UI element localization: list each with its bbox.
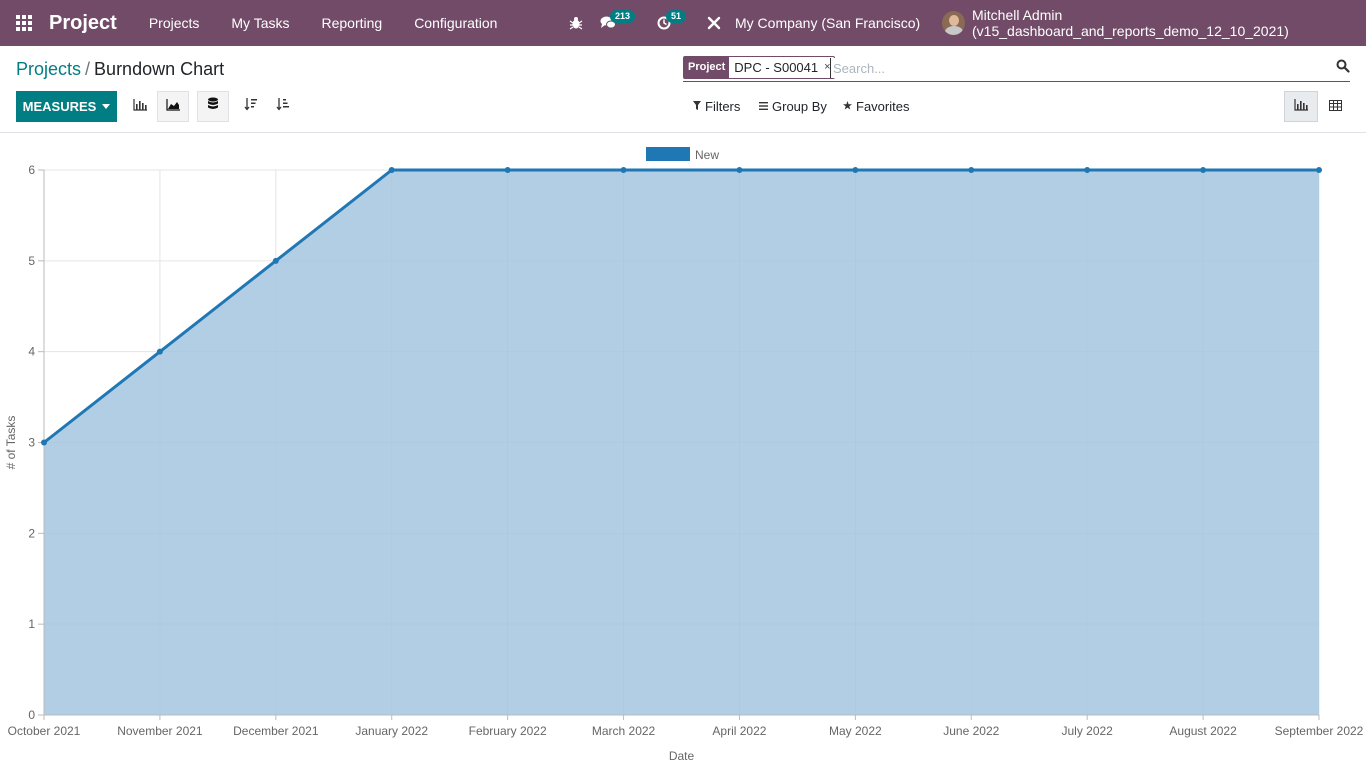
y-tick-label: 1 (28, 617, 35, 631)
app-brand[interactable]: Project (49, 12, 117, 35)
systray: 213 51 (560, 0, 730, 46)
data-point[interactable] (504, 167, 511, 173)
data-point[interactable] (852, 167, 859, 173)
avatar (942, 11, 966, 35)
y-tick-label: 3 (28, 436, 35, 450)
data-point[interactable] (272, 257, 279, 264)
search-bar: Project DPC - S00041 × (683, 55, 1350, 82)
x-tick-label: March 2022 (592, 724, 656, 738)
graph-view-button[interactable] (1284, 91, 1318, 122)
measures-label: MEASURES (22, 99, 97, 114)
company-switcher[interactable]: My Company (San Francisco) (735, 0, 920, 46)
x-tick-label: September 2022 (1275, 724, 1364, 738)
favorites-label: Favorites (856, 99, 910, 114)
sort-amount-up-icon (276, 97, 290, 116)
data-point[interactable] (620, 167, 627, 173)
x-tick-label: December 2021 (233, 724, 319, 738)
filters-label: Filters (705, 99, 741, 114)
list-icon (759, 101, 768, 113)
data-point[interactable] (1200, 167, 1207, 173)
data-point[interactable] (968, 167, 975, 173)
bar-chart-button[interactable] (124, 91, 156, 122)
y-tick-label: 4 (28, 345, 35, 359)
data-point[interactable] (41, 439, 47, 446)
database-icon (207, 97, 219, 116)
user-name: Mitchell Admin (v15_dashboard_and_report… (972, 7, 1289, 39)
table-icon (1328, 98, 1342, 116)
debug-bug-icon[interactable] (560, 0, 592, 46)
data-point[interactable] (1316, 167, 1322, 173)
top-navbar: Project Projects My Tasks Reporting Conf… (0, 0, 1366, 46)
y-axis-title: # of Tasks (4, 416, 18, 470)
y-tick-label: 5 (28, 254, 35, 268)
menu-my-tasks[interactable]: My Tasks (215, 0, 305, 46)
data-point[interactable] (736, 167, 743, 173)
filters-dropdown[interactable]: Filters (693, 99, 740, 114)
burndown-chart: 0 1 2 3 4 5 6 October 2021 November 2021 December… (4, 147, 1364, 763)
pivot-view-button[interactable] (1318, 91, 1352, 122)
y-tick-label: 6 (28, 163, 35, 177)
activities-count-badge: 51 (666, 10, 687, 23)
tools-icon[interactable] (698, 0, 730, 46)
search-facet: Project DPC - S00041 × (683, 56, 835, 79)
app-menu-icon[interactable] (16, 15, 34, 31)
data-point[interactable] (156, 348, 163, 355)
sort-descending-button[interactable] (235, 91, 267, 122)
facet-label: Project (684, 57, 730, 78)
page-title: Burndown Chart (94, 59, 225, 79)
x-tick-label: November 2021 (117, 724, 203, 738)
facet-value: DPC - S00041 (734, 60, 819, 75)
x-tick-label: April 2022 (712, 724, 766, 738)
breadcrumb-projects-link[interactable]: Projects (16, 59, 81, 79)
activities-clock-icon[interactable]: 51 (648, 0, 687, 46)
legend-label[interactable]: New (695, 148, 719, 162)
x-tick-label: May 2022 (829, 724, 882, 738)
stacked-toggle-button[interactable] (197, 91, 229, 122)
favorites-dropdown[interactable]: Favorites (843, 99, 909, 114)
group-by-label: Group By (772, 99, 827, 114)
measures-button[interactable]: MEASURES (16, 91, 117, 122)
legend-swatch[interactable] (646, 147, 690, 161)
filter-icon (693, 100, 701, 113)
search-icon[interactable] (1336, 59, 1350, 73)
breadcrumb-separator: / (85, 59, 91, 79)
breadcrumb: Projects / Burndown Chart (16, 58, 224, 80)
caret-down-icon (102, 104, 111, 109)
user-menu[interactable]: Mitchell Admin (v15_dashboard_and_report… (942, 0, 1366, 46)
y-tick-label: 0 (28, 708, 35, 722)
x-tick-label: July 2022 (1061, 724, 1113, 738)
menu-projects[interactable]: Projects (133, 0, 216, 46)
search-input[interactable] (830, 58, 1310, 78)
star-icon (843, 100, 852, 113)
bar-chart-icon (133, 98, 147, 116)
line-chart-button[interactable] (157, 91, 189, 122)
sort-amount-down-icon (244, 97, 258, 116)
x-axis-title: Date (669, 749, 695, 763)
messages-icon[interactable]: 213 (592, 0, 636, 46)
messages-count-badge: 213 (610, 10, 636, 23)
x-tick-label: January 2022 (355, 724, 428, 738)
x-tick-label: October 2021 (8, 724, 81, 738)
data-point[interactable] (1084, 167, 1091, 173)
bar-chart-icon (1294, 98, 1308, 116)
x-tick-label: June 2022 (943, 724, 999, 738)
menu-reporting[interactable]: Reporting (305, 0, 398, 46)
x-tick-label: February 2022 (469, 724, 547, 738)
sort-ascending-button[interactable] (267, 91, 299, 122)
group-by-dropdown[interactable]: Group By (759, 99, 827, 114)
x-tick-label: August 2022 (1169, 724, 1237, 738)
data-point[interactable] (388, 167, 395, 173)
area-chart-icon (166, 98, 180, 116)
menu-configuration[interactable]: Configuration (398, 0, 513, 46)
y-tick-label: 2 (28, 526, 35, 540)
series-area-fill (44, 170, 1319, 715)
